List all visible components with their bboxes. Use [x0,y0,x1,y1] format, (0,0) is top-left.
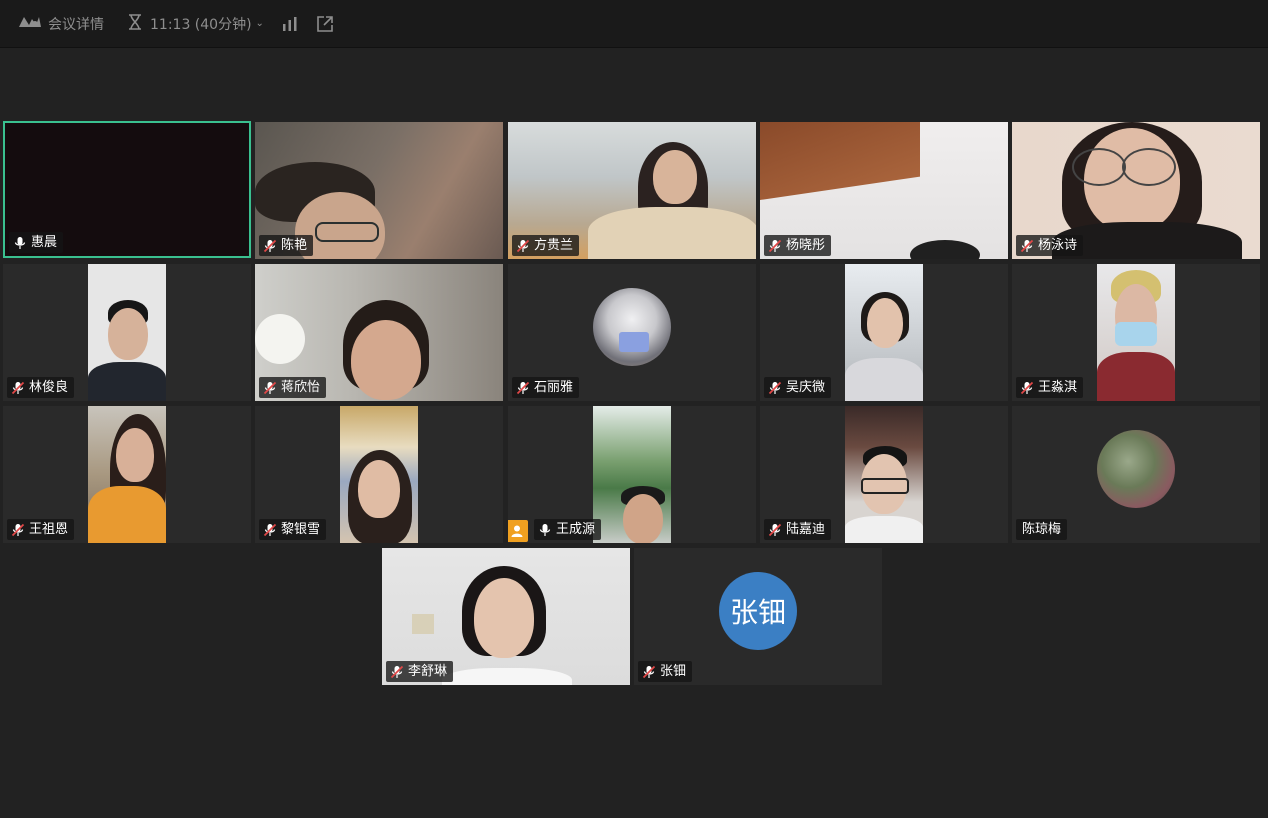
participant-name: 李舒琳 [408,664,448,679]
participant-tile[interactable]: 王祖恩 [3,406,251,543]
mic-muted-icon [768,239,782,253]
participant-tile[interactable]: 吴庆微 [760,264,1008,401]
participant-name-tag: 方贵兰 [512,235,580,256]
mic-muted-icon [11,523,25,537]
participant-name-tag: 王祖恩 [7,519,75,540]
participant-name-tag: 李舒琳 [386,661,454,682]
signal-bars-icon[interactable] [282,16,298,31]
participant-tile[interactable]: 李舒琳 [382,548,630,685]
meeting-timer[interactable]: 11:13 (40分钟) ⌄ [128,13,264,34]
meeting-info-button[interactable]: 会议详情 [18,14,104,34]
participant-name: 王成源 [556,522,596,537]
participant-video [845,264,923,401]
tencent-meeting-logo-icon [18,15,42,33]
participant-name: 陆嘉迪 [786,522,826,537]
participant-name-tag: 王成源 [534,519,602,540]
mic-muted-icon [516,381,530,395]
participant-name: 林俊良 [29,380,69,395]
mic-muted-icon [768,381,782,395]
participant-tile[interactable]: 陈艳 [255,122,503,259]
participant-tile[interactable]: 黎银雪 [255,406,503,543]
participant-name: 蒋欣怡 [281,380,321,395]
mic-muted-icon [1020,381,1034,395]
participant-name-tag: 吴庆微 [764,377,832,398]
mic-muted-icon [390,665,404,679]
mic-icon [538,523,552,537]
participant-video [88,264,166,401]
meeting-top-bar: 会议详情 11:13 (40分钟) ⌄ [0,0,1268,48]
participant-name-tag: 张钿 [638,661,693,682]
meeting-details-label: 会议详情 [48,16,104,33]
participant-name-tag: 陈琼梅 [1016,519,1068,540]
participant-name: 方贵兰 [534,238,574,253]
participant-name-tag: 王淼淇 [1016,377,1084,398]
participant-name-tag: 石丽雅 [512,377,580,398]
participant-name: 惠晨 [31,235,58,250]
mic-muted-icon [263,523,277,537]
participant-name: 石丽雅 [534,380,574,395]
cat-avatar-image [593,288,671,366]
video-gallery: 惠晨 陈艳 方贵兰 杨晓彤 杨泳诗 林俊良 蒋欣怡 石丽雅 吴庆微 王淼淇 王祖… [0,48,1268,818]
participant-tile[interactable]: 杨泳诗 [1012,122,1260,259]
participant-tile[interactable]: 张钿 张钿 [634,548,882,685]
participant-tile[interactable]: 杨晓彤 [760,122,1008,259]
participant-tile[interactable]: 方贵兰 [508,122,756,259]
participant-name: 黎银雪 [281,522,321,537]
participant-name-tag: 陈艳 [259,235,314,256]
initials-avatar: 张钿 [719,572,797,650]
participant-name: 吴庆微 [786,380,826,395]
participant-name-tag: 杨泳诗 [1016,235,1084,256]
participant-name-tag: 惠晨 [9,232,64,253]
participant-name: 杨泳诗 [1038,238,1078,253]
participant-tile[interactable]: 陆嘉迪 [760,406,1008,543]
participant-tile[interactable]: 王成源 [508,406,756,543]
participant-video [88,406,166,543]
participant-name: 杨晓彤 [786,238,826,253]
participant-name-tag: 蒋欣怡 [259,377,327,398]
participant-tile[interactable]: 林俊良 [3,264,251,401]
participant-name-tag: 黎银雪 [259,519,327,540]
participant-name: 陈艳 [281,238,308,253]
participant-video [845,406,923,543]
timer-text: 11:13 (40分钟) [150,16,252,33]
mic-muted-icon [768,523,782,537]
mic-muted-icon [516,239,530,253]
participant-tile[interactable]: 蒋欣怡 [255,264,503,401]
share-out-icon[interactable] [316,15,334,33]
mic-icon [13,236,27,250]
participant-name-tag: 杨晓彤 [764,235,832,256]
participant-name: 陈琼梅 [1022,522,1062,537]
mic-muted-icon [1020,239,1034,253]
participant-name: 王祖恩 [29,522,69,537]
participant-tile[interactable]: 惠晨 [3,121,251,258]
participant-name-tag: 林俊良 [7,377,75,398]
tree-avatar-image [1097,430,1175,508]
mic-muted-icon [263,381,277,395]
mic-muted-icon [263,239,277,253]
mic-muted-icon [11,381,25,395]
participant-tile[interactable]: 陈琼梅 [1012,406,1260,543]
participant-tile[interactable]: 王淼淇 [1012,264,1260,401]
chevron-down-icon: ⌄ [255,18,264,29]
host-person-icon [508,520,528,542]
participant-name: 王淼淇 [1038,380,1078,395]
participant-video [340,406,418,543]
participant-name: 张钿 [660,664,687,679]
participant-name-tag: 陆嘉迪 [764,519,832,540]
participant-video [1097,264,1175,401]
hourglass-icon [128,13,142,34]
participant-tile[interactable]: 石丽雅 [508,264,756,401]
participant-video [593,406,671,543]
mic-muted-icon [642,665,656,679]
